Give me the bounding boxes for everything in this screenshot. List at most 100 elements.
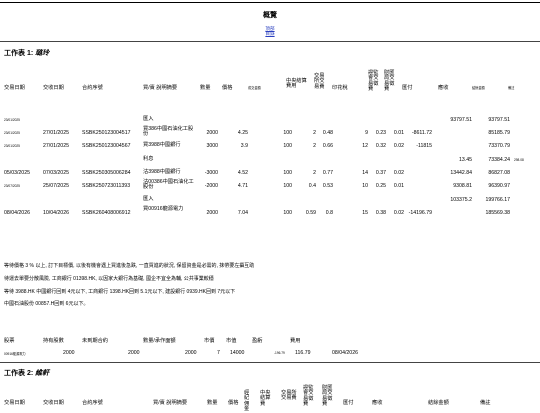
- top-rule: [0, 2, 540, 3]
- cell-exch: 2: [313, 143, 316, 149]
- cell-frc: 0.32: [375, 143, 386, 149]
- cell-qty: 2000: [206, 210, 218, 216]
- cell-receipt: 9308.81: [453, 183, 472, 189]
- cell-receipt: 13442.84: [450, 170, 472, 176]
- cell-desc: 匯入: [143, 116, 154, 122]
- cell-exch: 2: [313, 170, 316, 176]
- cell-price: 4.25: [237, 130, 248, 136]
- cell-desc: 買3988中國銀行: [143, 142, 181, 148]
- holding-shares: 2000: [63, 350, 75, 356]
- holdings-header-value: 市值: [226, 338, 237, 344]
- cell-settle-date: 07/03/2025: [43, 170, 69, 176]
- sheet-2-heading: 工作表 2: 維軒: [4, 368, 49, 378]
- cell-qty: -2000: [204, 183, 218, 189]
- cell-qty: 2000: [206, 130, 218, 136]
- header-amount: 成交金額: [248, 86, 261, 90]
- cell-balance: 85185.79: [488, 130, 510, 136]
- cell-desc: 買386中國石油化工股份: [143, 126, 194, 138]
- cell-price: 4.52: [237, 170, 248, 176]
- section-divider-2: [0, 362, 540, 363]
- holdings-header-stock: 股票: [4, 338, 15, 344]
- cell-trade-date: 08/04/2026: [4, 210, 30, 216]
- cell-settle-date: 25/07/2025: [43, 183, 69, 189]
- top-link-line-2[interactable]: 目錄: [0, 31, 540, 36]
- cell-desc: 買00916龍源電力: [143, 206, 184, 212]
- cell-frc: 0.23: [375, 130, 386, 136]
- cell-price: 3.9: [240, 143, 248, 149]
- sheet-2-header-commission: 經紀佣金: [244, 390, 250, 413]
- cell-settle-date: 27/01/2025: [43, 130, 69, 136]
- cell-contract: SSBK250123004567: [82, 143, 131, 149]
- note-line-2: 待運去單要分散風險, 工商銀行 01398.HK, 以因家大銀行為基礎, 國企不…: [4, 276, 214, 282]
- sheet-1-heading: 工作表 1: 璐玲: [4, 48, 49, 58]
- cell-frc2: 0.02: [393, 143, 404, 149]
- cell-trade-date: 23/01/2025: [4, 118, 20, 122]
- cell-balance: 86827.08: [488, 170, 510, 176]
- cell-trade-date: 23/07/2025: [4, 184, 20, 188]
- page-title: 概覽: [263, 12, 277, 19]
- cell-sfc: 12: [362, 143, 368, 149]
- cell-stamp: 0.53: [322, 183, 333, 189]
- cell-desc: 沽00386中國石油化工股份: [143, 179, 194, 191]
- cell-stamp: 0.8: [325, 210, 333, 216]
- holding-price: 7: [217, 350, 220, 356]
- cell-remit: -14196.79: [408, 210, 432, 216]
- cell-desc: 沽3988中國銀行: [143, 169, 181, 175]
- holding-qty: 2000: [185, 350, 197, 356]
- note-line-1: 等待價格 3 % 以上, 訂下目標價, 以後有機會遇上買進後急跌, 一直買進的狀…: [4, 263, 255, 269]
- cell-trade-date: 05/03/2025: [4, 170, 30, 176]
- cell-frc2: 0.01: [393, 130, 404, 136]
- cell-extra: 298.08: [514, 158, 524, 162]
- cell-remit: -8611.72: [411, 130, 432, 136]
- header-qty: 數量: [200, 85, 211, 91]
- holdings-header-pnl: 盈虧: [252, 338, 263, 344]
- cell-sfc: 14: [362, 170, 368, 176]
- cell-trade-date: 23/01/2025: [4, 131, 20, 135]
- cell-stamp: 0.66: [322, 143, 333, 149]
- note-line-4: 中國石油股份 00857.H回到 6元以下。: [4, 301, 89, 307]
- cell-sfc: 9: [365, 130, 368, 136]
- cell-balance: 199766.17: [485, 197, 510, 203]
- cell-receipt: 103375.2: [450, 197, 472, 203]
- cell-trade-date: 23/01/2025: [4, 144, 20, 148]
- cell-sfc: 15: [362, 210, 368, 216]
- header-exch-fee: 交易所交易費: [314, 73, 325, 90]
- sheet-1-prefix: 工作表 1:: [4, 50, 34, 57]
- holdings-header-fee: 費用: [290, 338, 301, 344]
- cell-exch: 0.59: [305, 210, 316, 216]
- cell-ccass: 100: [283, 170, 292, 176]
- holding-fee: 116.79: [295, 350, 311, 356]
- cell-balance: 73370.79: [488, 143, 510, 149]
- cell-frc2: 0.02: [393, 210, 404, 216]
- cell-receipt: 93797.51: [450, 117, 472, 123]
- cell-price: 7.04: [237, 210, 248, 216]
- cell-stamp: 0.48: [322, 130, 333, 136]
- cell-frc2: 0.02: [393, 170, 404, 176]
- cell-ccass: 100: [283, 183, 292, 189]
- holding-name: 00916龍源電力: [4, 352, 26, 356]
- cell-contract: SSBK260408006912: [82, 210, 131, 216]
- cell-qty: 3000: [206, 143, 218, 149]
- cell-settle-date: 27/01/2025: [43, 143, 69, 149]
- cell-settle-date: 10/04/2026: [43, 210, 69, 216]
- holding-pending: 2000: [128, 350, 140, 356]
- header-remit: 匯付: [402, 85, 413, 91]
- cell-remit: -11815: [416, 143, 432, 149]
- cell-frc: 0.38: [375, 210, 386, 216]
- cell-desc: 匯入: [143, 196, 154, 202]
- header-stamp: 印花稅: [332, 85, 348, 91]
- sheet-2-prefix: 工作表 2:: [4, 370, 34, 377]
- header-sfc-levy: 證監會交易徵費: [368, 70, 379, 93]
- holdings-header-qty: 數量/承作面額: [143, 338, 176, 344]
- cell-contract: SSBK250723011393: [82, 183, 131, 189]
- header-balance: 結餘金額: [472, 86, 485, 90]
- cell-ccass: 100: [283, 143, 292, 149]
- holding-value: 14000: [230, 350, 245, 356]
- top-link[interactable]: 頂部 目錄: [0, 26, 540, 36]
- sheet-2-name: 維軒: [35, 370, 50, 377]
- header-desc: 買/賣 說明摘要: [143, 85, 178, 91]
- header-trade-date: 交易日期: [4, 85, 25, 91]
- cell-ccass: 100: [283, 210, 292, 216]
- cell-stamp: 0.77: [322, 170, 333, 176]
- cell-receipt: 13.45: [459, 157, 472, 163]
